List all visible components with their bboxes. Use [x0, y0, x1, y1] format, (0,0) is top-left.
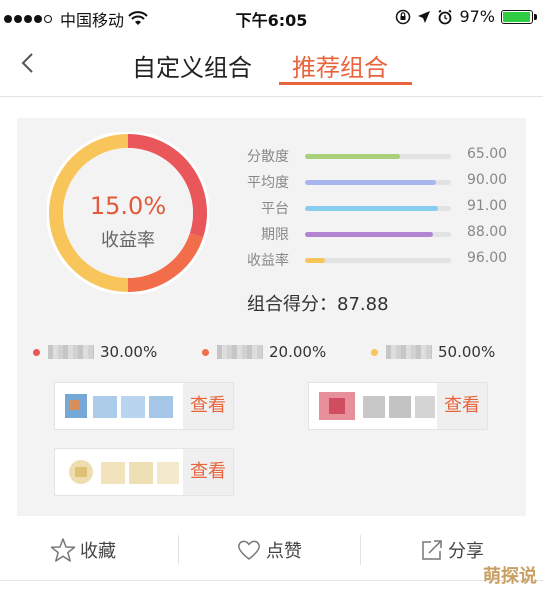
- legend-dot: [33, 348, 40, 356]
- alarm-icon: [438, 9, 452, 24]
- legend-percent: 50.00%: [438, 343, 496, 361]
- return-value: 15.0%: [89, 192, 167, 220]
- metric-label: 平台: [261, 201, 289, 217]
- fund-card[interactable]: 查看: [54, 382, 234, 430]
- status-bar: 中国移动 下午6:05 97%: [0, 0, 543, 34]
- rotation-lock-icon: [396, 9, 411, 24]
- action-bar: 收藏 点赞 分享: [0, 523, 543, 579]
- metric-bar: [305, 232, 434, 237]
- fund-card[interactable]: 查看: [54, 448, 234, 496]
- blurred-fund-logo: [65, 394, 173, 418]
- battery-percent: 97%: [459, 7, 495, 26]
- view-button[interactable]: 查看: [437, 383, 487, 429]
- divider: [178, 535, 179, 565]
- fund-card[interactable]: 查看: [308, 382, 488, 430]
- tab-recommended-portfolio[interactable]: 推荐组合: [292, 48, 388, 83]
- return-label: 收益率: [101, 230, 155, 251]
- portfolio-card: 15.0% 收益率 分散度 65.00 平均度 90.00 平台 91.00 期…: [17, 118, 526, 516]
- metric-track: [305, 232, 451, 237]
- metric-value: 90.00: [467, 172, 508, 188]
- like-button[interactable]: 点赞: [236, 537, 302, 563]
- score-value: 87.88: [337, 294, 389, 315]
- star-icon: [50, 538, 76, 562]
- legend-item: 20.00%: [202, 343, 326, 361]
- metric-bar: [305, 258, 326, 263]
- divider: [360, 535, 361, 565]
- metric-track: [305, 180, 451, 185]
- metric-label: 收益率: [247, 253, 289, 269]
- location-icon: [418, 10, 431, 23]
- nav-bar: 自定义组合 推荐组合: [0, 34, 543, 97]
- metric-label: 分散度: [247, 149, 289, 165]
- blurred-fund-logo: [69, 460, 179, 484]
- blurred-fund-name: [217, 345, 263, 359]
- legend-percent: 30.00%: [100, 343, 158, 361]
- metric-value: 65.00: [467, 146, 508, 162]
- blurred-fund-name: [48, 345, 94, 359]
- back-arrow-icon[interactable]: [14, 48, 44, 78]
- heart-icon: [238, 540, 260, 560]
- metric-bar: [305, 154, 400, 159]
- tab-custom-portfolio[interactable]: 自定义组合: [132, 48, 252, 83]
- bottom-divider: [0, 580, 543, 581]
- blurred-fund-name: [386, 345, 432, 359]
- status-right: 97%: [395, 7, 537, 26]
- metric-value: 88.00: [467, 224, 508, 240]
- metric-label: 期限: [261, 227, 289, 243]
- share-icon: [422, 540, 442, 560]
- legend-dot: [371, 348, 378, 356]
- metric-track: [305, 206, 451, 211]
- share-label: 分享: [448, 541, 484, 562]
- legend-item: 30.00%: [33, 343, 157, 361]
- blurred-fund-logo: [319, 392, 435, 420]
- like-label: 点赞: [266, 541, 302, 562]
- metric-track: [305, 154, 451, 159]
- favorite-button[interactable]: 收藏: [50, 537, 116, 563]
- battery-icon: [501, 9, 537, 24]
- metric-value: 91.00: [467, 198, 508, 214]
- legend-percent: 20.00%: [269, 343, 327, 361]
- favorite-label: 收藏: [80, 541, 116, 562]
- share-button[interactable]: 分享: [420, 537, 484, 563]
- portfolio-score: 组合得分：87.88: [247, 290, 389, 316]
- metric-track: [305, 258, 451, 263]
- legend-item: 50.00%: [371, 343, 495, 361]
- watermark: 萌探说: [483, 566, 537, 587]
- view-button[interactable]: 查看: [183, 449, 233, 495]
- view-button[interactable]: 查看: [183, 383, 233, 429]
- metric-bar: [305, 180, 437, 185]
- active-tab-indicator: [279, 82, 412, 85]
- legend-dot: [202, 348, 209, 356]
- metric-label: 平均度: [247, 175, 289, 191]
- metric-value: 96.00: [467, 250, 508, 266]
- score-label: 组合得分：: [247, 294, 337, 315]
- metric-bar: [305, 206, 438, 211]
